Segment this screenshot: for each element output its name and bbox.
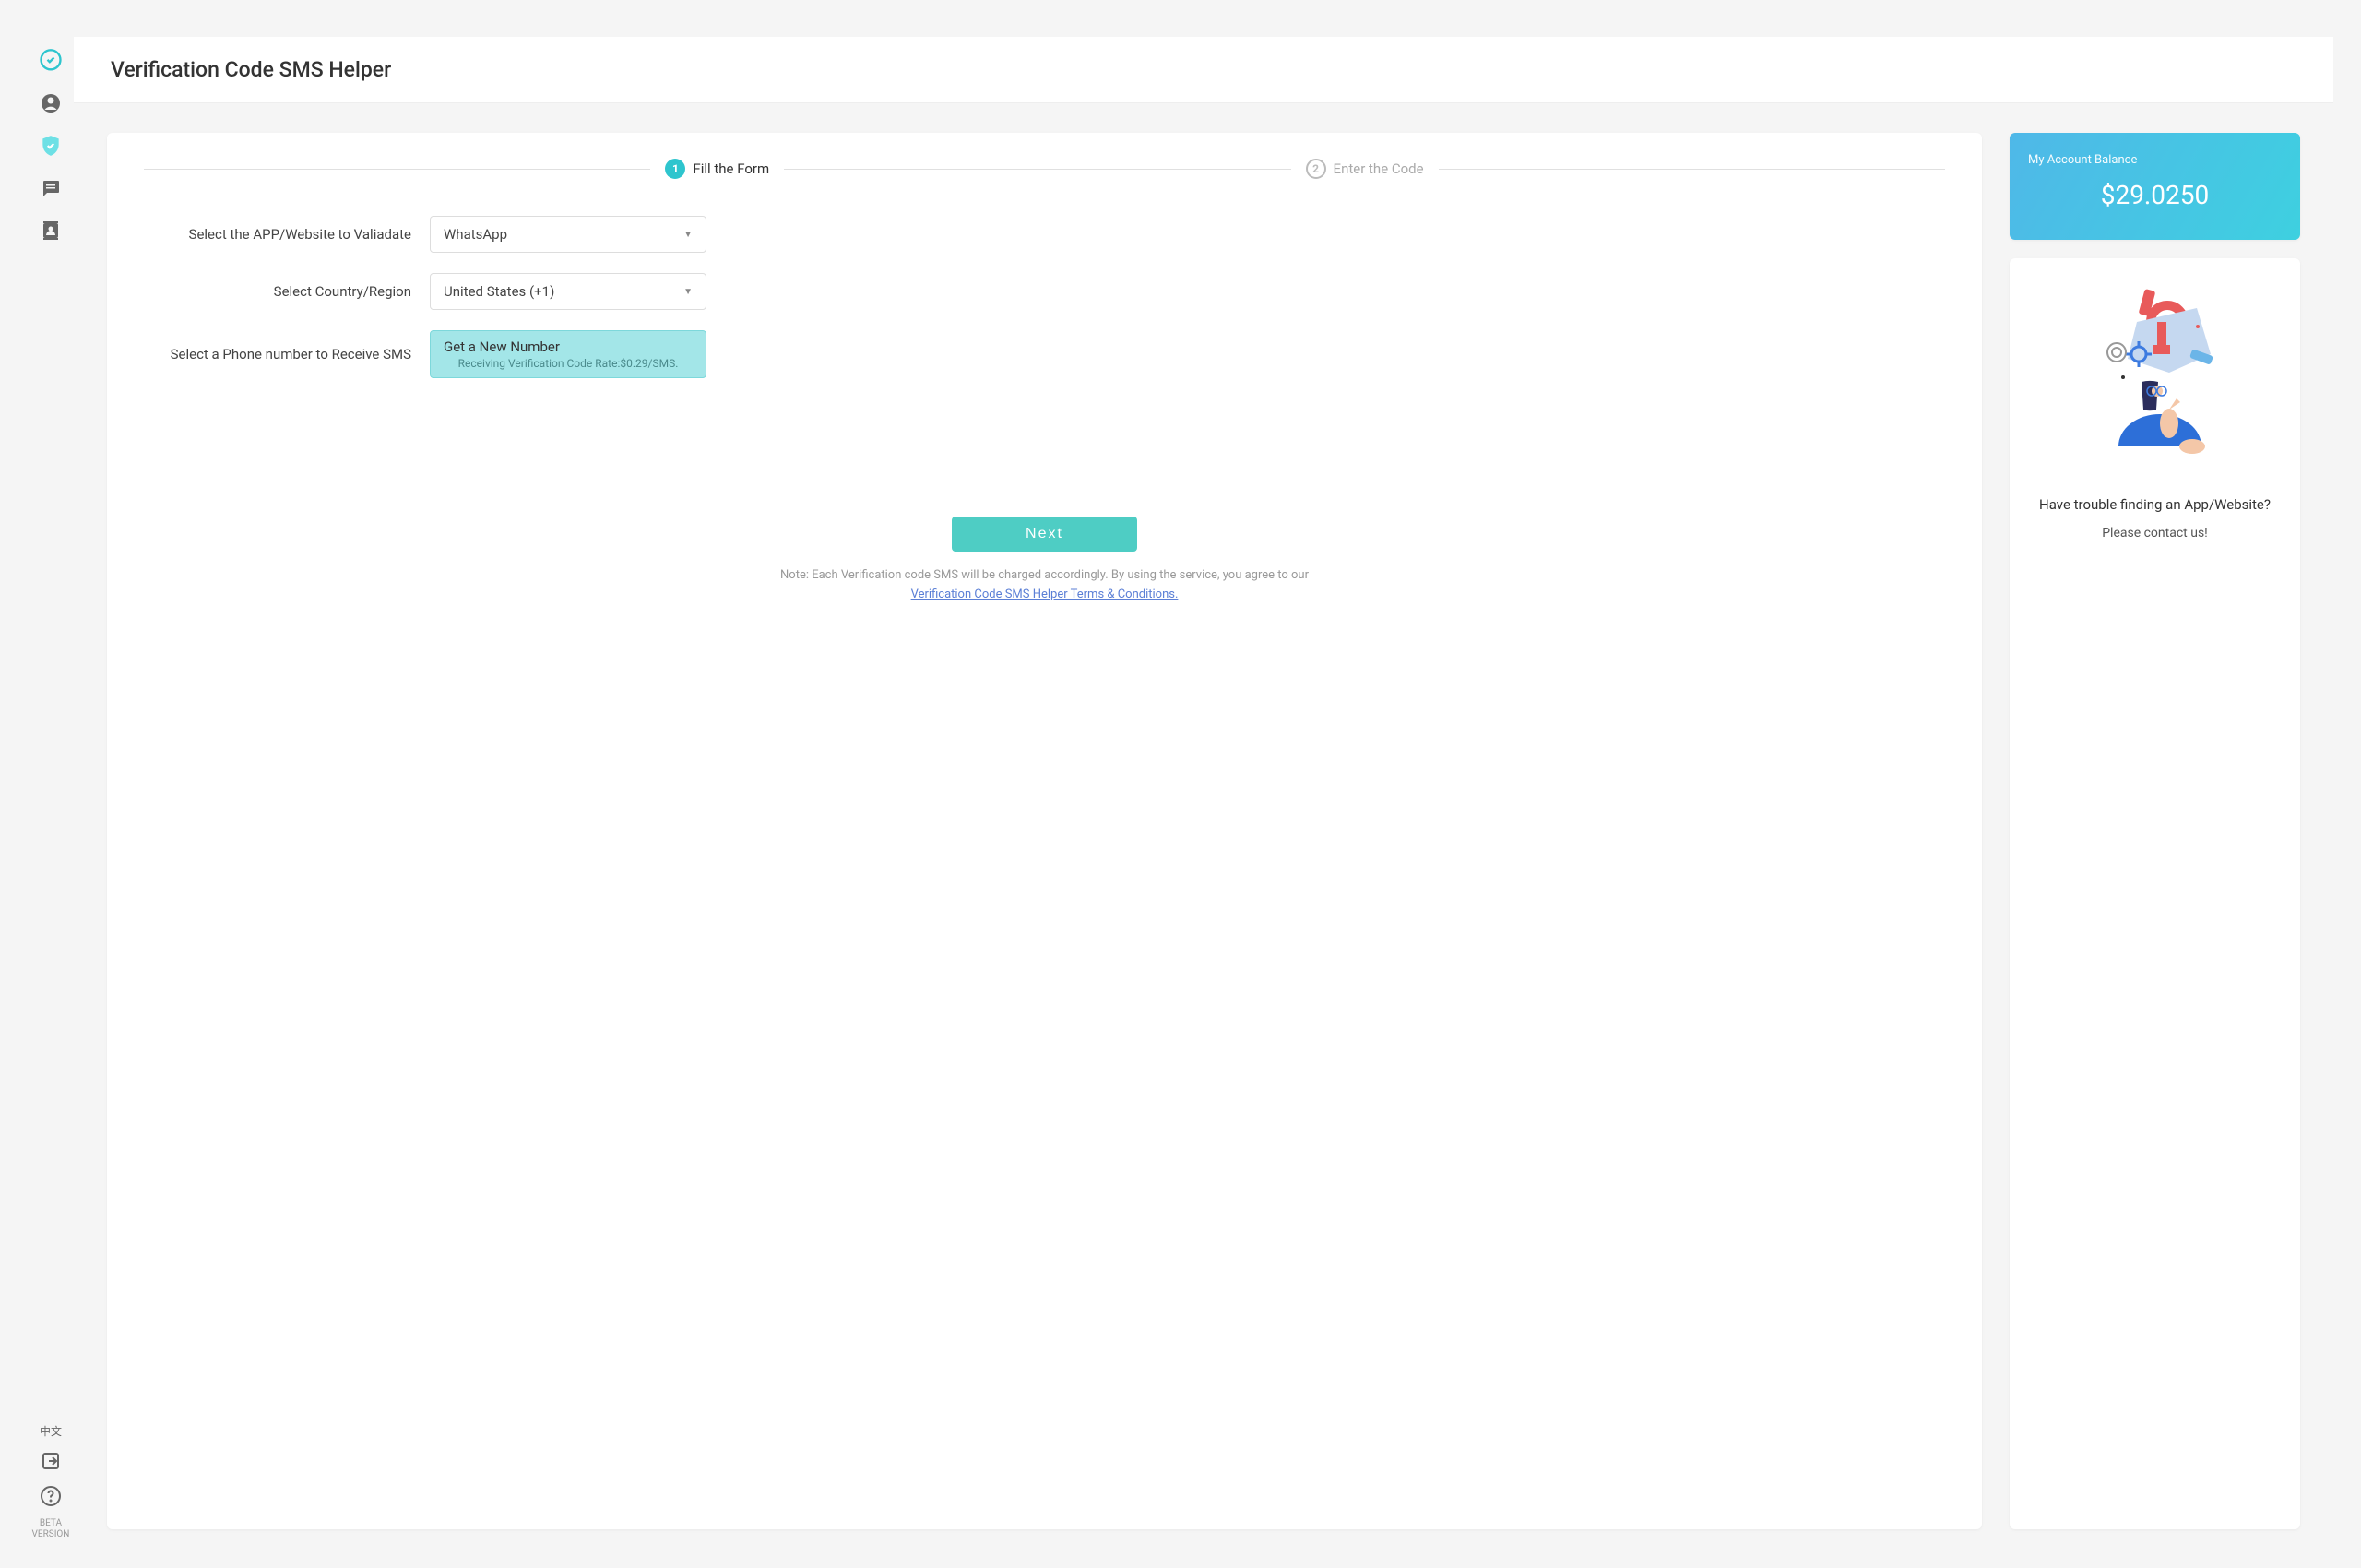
- page-title: Verification Code SMS Helper: [111, 57, 2296, 82]
- message-icon[interactable]: [38, 175, 64, 201]
- help-subtitle: Please contact us!: [2102, 526, 2208, 540]
- chevron-down-icon: ▼: [683, 287, 693, 297]
- language-toggle[interactable]: 中文: [40, 1423, 62, 1439]
- beta-version-label: BETA VERSION: [32, 1518, 70, 1540]
- help-card: Have trouble finding an App/Website? Ple…: [2010, 258, 2300, 1529]
- get-number-title: Get a New Number: [444, 339, 693, 355]
- help-icon[interactable]: [38, 1483, 64, 1509]
- header: Verification Code SMS Helper: [74, 37, 2333, 103]
- shield-check-icon[interactable]: [38, 133, 64, 159]
- get-number-rate: Receiving Verification Code Rate:$0.29/S…: [444, 357, 693, 370]
- logout-icon[interactable]: [38, 1448, 64, 1474]
- step-indicator: 1 Fill the Form 2 Enter the Code: [144, 159, 1945, 179]
- sidebar: 中文 BETA VERSION: [28, 37, 74, 1559]
- help-title: Have trouble finding an App/Website?: [2039, 496, 2271, 513]
- step-2-label: Enter the Code: [1334, 160, 1424, 177]
- note-text: Note: Each Verification code SMS will be…: [144, 566, 1945, 605]
- country-select-label: Select Country/Region: [144, 283, 411, 300]
- get-new-number-button[interactable]: Get a New Number Receiving Verification …: [430, 330, 706, 378]
- terms-link[interactable]: Verification Code SMS Helper Terms & Con…: [911, 588, 1179, 601]
- step-1-label: Fill the Form: [693, 160, 769, 177]
- app-select[interactable]: WhatsApp ▼: [430, 216, 706, 253]
- step-2-circle: 2: [1306, 159, 1326, 179]
- step-1-circle: 1: [665, 159, 685, 179]
- country-select[interactable]: United States (+1) ▼: [430, 273, 706, 310]
- logo-icon[interactable]: [38, 48, 64, 74]
- phone-select-label: Select a Phone number to Receive SMS: [144, 346, 411, 362]
- contact-icon[interactable]: [38, 218, 64, 244]
- help-illustration-icon: [2072, 280, 2238, 465]
- balance-label: My Account Balance: [2028, 153, 2282, 167]
- app-select-value: WhatsApp: [444, 226, 507, 243]
- next-button[interactable]: Next: [952, 517, 1137, 552]
- balance-card: My Account Balance $29.0250: [2010, 133, 2300, 240]
- balance-value: $29.0250: [2028, 180, 2282, 210]
- app-select-label: Select the APP/Website to Valiadate: [144, 226, 411, 243]
- form-card: 1 Fill the Form 2 Enter the Code Select …: [107, 133, 1982, 1529]
- account-icon[interactable]: [38, 90, 64, 116]
- chevron-down-icon: ▼: [683, 230, 693, 240]
- country-select-value: United States (+1): [444, 283, 554, 300]
